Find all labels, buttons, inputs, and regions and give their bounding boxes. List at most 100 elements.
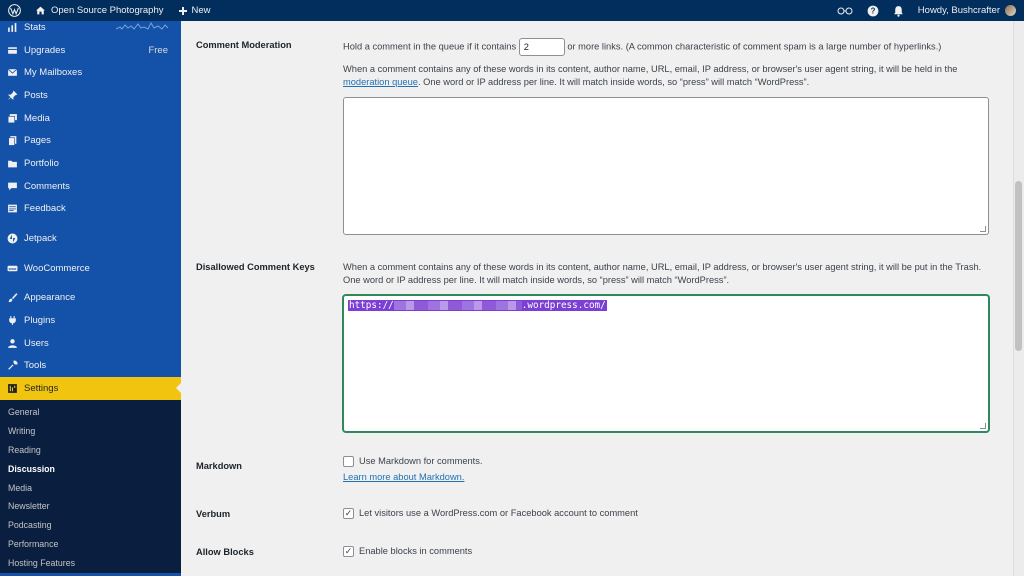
submenu-item-newsletter[interactable]: Newsletter (0, 497, 181, 516)
users-icon (7, 338, 18, 349)
sidebar-item-label: Appearance (24, 292, 76, 304)
sidebar-item-media[interactable]: Media (0, 107, 181, 130)
submenu-item-performance[interactable]: Performance (0, 535, 181, 554)
moderation-keys-textarea[interactable] (343, 97, 989, 235)
pin-icon (7, 90, 18, 101)
page-scrollbar[interactable] (1013, 21, 1024, 576)
avatar (1005, 5, 1016, 16)
sidebar-item-upgrades[interactable]: Upgrades Free (0, 39, 181, 62)
stats-icon (7, 22, 18, 33)
jetpack-icon (7, 233, 18, 244)
sidebar-item-plugins[interactable]: Plugins (0, 309, 181, 332)
markdown-option: Use Markdown for comments. (343, 455, 482, 468)
home-icon (35, 5, 46, 16)
scrollbar-thumb[interactable] (1015, 181, 1022, 351)
sidebar-item-appearance[interactable]: Appearance (0, 287, 181, 310)
svg-text:?: ? (870, 6, 875, 15)
sidebar-item-feedback[interactable]: Feedback (0, 198, 181, 221)
account-menu[interactable]: Howdy, Bushcrafter (911, 0, 1024, 21)
resize-grip-icon[interactable] (980, 423, 986, 429)
submenu-item-general[interactable]: General (0, 403, 181, 422)
submenu-item-reading[interactable]: Reading (0, 441, 181, 460)
feedback-icon (7, 203, 18, 214)
sidebar-item-pages[interactable]: Pages (0, 129, 181, 152)
blocks-checkbox[interactable]: ✓ (343, 546, 354, 557)
sidebar-item-mailboxes[interactable]: My Mailboxes (0, 61, 181, 84)
help-icon[interactable]: ? (860, 0, 886, 21)
moderation-description: When a comment contains any of these wor… (343, 64, 958, 87)
tools-icon (7, 360, 18, 371)
moderation-queue-link[interactable]: moderation queue (343, 77, 418, 87)
admin-sidebar: Stats Upgrades Free My Mailboxes Posts M… (0, 21, 181, 576)
upgrades-icon (7, 45, 18, 56)
sidebar-item-label: Pages (24, 135, 51, 147)
free-badge: Free (148, 44, 168, 56)
sidebar-item-users[interactable]: Users (0, 332, 181, 355)
sidebar-item-label: Portfolio (24, 157, 59, 169)
sidebar-item-posts[interactable]: Posts (0, 84, 181, 107)
notifications-bell-icon[interactable] (886, 0, 911, 21)
new-label: New (191, 5, 211, 16)
submenu-item-writing[interactable]: Writing (0, 422, 181, 441)
redacted-block (393, 301, 522, 310)
woo-icon: woo (7, 263, 18, 274)
markdown-learn-more-link[interactable]: Learn more about Markdown. (343, 472, 464, 482)
sidebar-item-label: Stats (24, 21, 46, 33)
pages-icon (7, 135, 18, 147)
comment-moderation-label: Comment Moderation (196, 40, 292, 50)
sidebar-item-label: Comments (24, 180, 70, 192)
submenu-item-podcasting[interactable]: Podcasting (0, 516, 181, 535)
moderation-links-input[interactable] (518, 38, 565, 56)
admin-menu: Stats Upgrades Free My Mailboxes Posts M… (0, 16, 181, 400)
plugin-icon (7, 315, 18, 326)
sidebar-item-tools[interactable]: Tools (0, 355, 181, 378)
brush-icon (7, 292, 18, 303)
sidebar-item-label: Feedback (24, 203, 66, 215)
settings-submenu: General Writing Reading Discussion Media… (0, 400, 181, 573)
sidebar-item-label: Settings (24, 383, 59, 395)
svg-text:woo: woo (8, 267, 17, 271)
resize-grip-icon[interactable] (980, 226, 986, 232)
blocks-option: ✓ Enable blocks in comments (343, 546, 473, 557)
sidebar-item-label: Plugins (24, 315, 56, 327)
moderation-links-row: Hold a comment in the queue if it contai… (343, 38, 1003, 56)
sidebar-item-stats[interactable]: Stats (0, 16, 181, 39)
sidebar-item-label: Users (24, 337, 49, 349)
site-name: Open Source Photography (51, 5, 164, 16)
disallowed-keys-textarea[interactable]: https://.wordpress.com/ (343, 295, 989, 432)
sidebar-item-woocommerce[interactable]: woo WooCommerce (0, 257, 181, 280)
plus-icon (178, 6, 188, 16)
sidebar-item-portfolio[interactable]: Portfolio (0, 152, 181, 175)
selected-text: https://.wordpress.com/ (348, 300, 607, 311)
portfolio-icon (7, 158, 18, 169)
submenu-item-discussion[interactable]: Discussion (0, 459, 181, 478)
settings-icon (7, 383, 18, 394)
sidebar-item-label: Media (24, 112, 50, 124)
sidebar-item-jetpack[interactable]: Jetpack (0, 227, 181, 250)
stats-sparkline-icon (116, 21, 168, 30)
sidebar-item-label: Upgrades (24, 44, 66, 56)
verbum-option: ✓ Let visitors use a WordPress.com or Fa… (343, 508, 638, 519)
disallowed-description: When a comment contains any of these wor… (343, 262, 982, 285)
submenu-item-hosting-features[interactable]: Hosting Features (0, 553, 181, 572)
markdown-checkbox[interactable] (343, 456, 354, 467)
settings-content: Comment Moderation Hold a comment in the… (181, 21, 1013, 576)
markdown-help: Learn more about Markdown. (343, 471, 464, 484)
allow-blocks-label: Allow Blocks (196, 547, 254, 557)
sidebar-item-settings[interactable]: Settings (0, 377, 181, 400)
verbum-checkbox[interactable]: ✓ (343, 508, 354, 519)
howdy-label: Howdy, Bushcrafter (917, 5, 1000, 16)
disallowed-keys-label: Disallowed Comment Keys (196, 262, 315, 272)
sidebar-item-label: WooCommerce (24, 262, 90, 274)
markdown-label: Markdown (196, 461, 242, 471)
submenu-item-media[interactable]: Media (0, 478, 181, 497)
sidebar-item-comments[interactable]: Comments (0, 175, 181, 198)
verbum-label: Verbum (196, 509, 231, 519)
reader-icon[interactable] (830, 0, 860, 21)
comments-icon (7, 181, 18, 192)
sidebar-item-label: Jetpack (24, 233, 57, 245)
sidebar-item-label: Tools (24, 360, 47, 372)
mail-icon (7, 67, 18, 78)
links-prefix: Hold a comment in the queue if it contai… (343, 41, 517, 52)
sidebar-item-label: My Mailboxes (24, 67, 83, 79)
